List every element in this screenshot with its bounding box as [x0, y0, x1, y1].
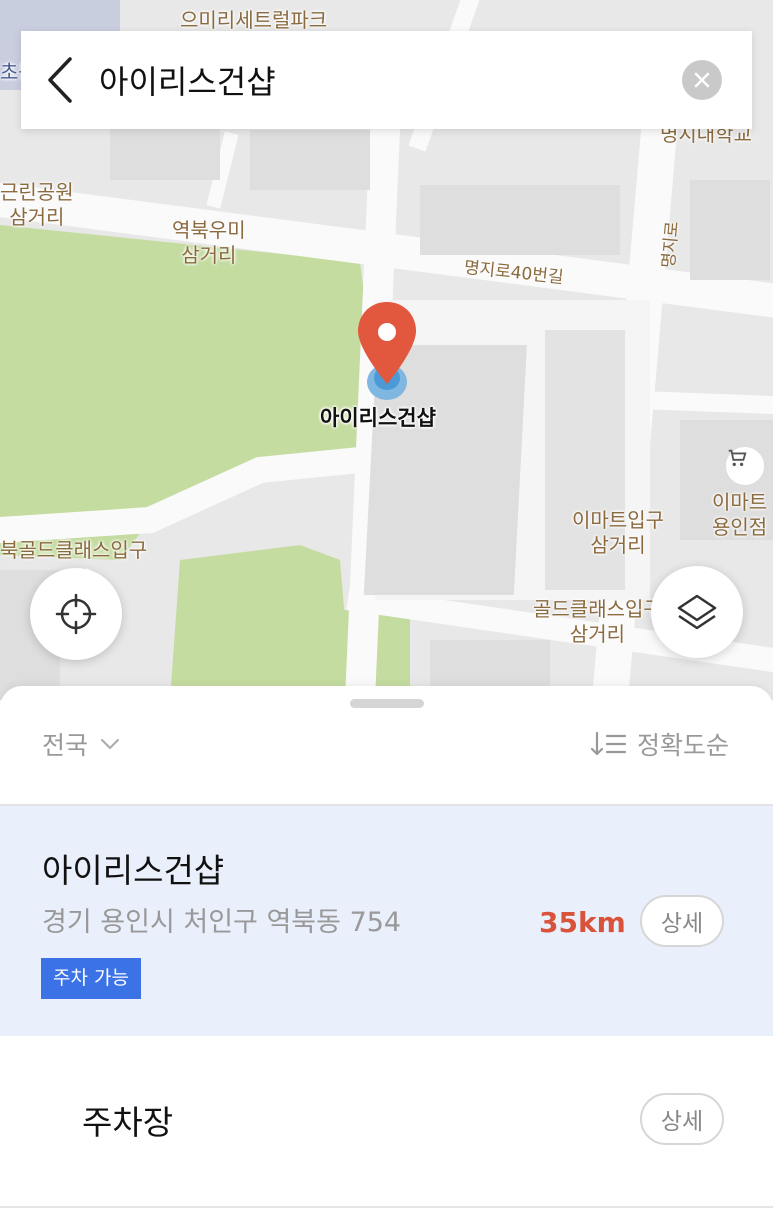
- map-label-emart: 이마트 용인점: [712, 490, 768, 539]
- parking-badge: 주차 가능: [41, 958, 141, 999]
- cart-icon[interactable]: [725, 446, 765, 486]
- sub-result-detail-button[interactable]: 상세: [640, 1093, 724, 1145]
- search-bar: 아이리스건샵: [21, 31, 752, 129]
- map-label-emart-entrance: 이마트입구 삼거리: [572, 508, 664, 557]
- filter-row: 전국 정확도순: [0, 708, 773, 806]
- sort-icon: [590, 731, 627, 756]
- road-label-myeongji: 명지로: [658, 220, 683, 269]
- sort-button[interactable]: 정확도순: [590, 726, 729, 762]
- back-button[interactable]: [21, 31, 99, 129]
- map-label-goldclass-entrance: 북골드클래스입구: [0, 538, 148, 562]
- clear-icon: [694, 72, 710, 88]
- sub-result-title: 주차장: [82, 1103, 174, 1142]
- map-label-central-park: 으미리세트럴파크: [180, 8, 328, 32]
- result-item-selected[interactable]: 아이리스건샵 경기 용인시 처인구 역북동 754 35km 상세 주차 가능: [0, 806, 773, 1036]
- search-input[interactable]: 아이리스건샵: [99, 57, 682, 103]
- marker-label: 아이리스건샵: [320, 406, 436, 430]
- sort-label: 정확도순: [636, 731, 729, 760]
- sheet-handle[interactable]: [350, 699, 424, 708]
- result-distance: 35km: [539, 906, 626, 939]
- map-label-goldclass-junction: 골드클래스입구 삼거리: [533, 597, 662, 646]
- map-pin-icon[interactable]: [355, 300, 419, 405]
- result-title: 아이리스건샵: [42, 851, 225, 890]
- result-address: 경기 용인시 처인구 역북동 754: [42, 907, 402, 938]
- locate-button[interactable]: [30, 568, 122, 660]
- layers-button[interactable]: [651, 566, 743, 658]
- region-filter[interactable]: 전국: [42, 726, 120, 762]
- sub-result-parking[interactable]: 주차장 상세: [0, 1036, 773, 1208]
- bottom-sheet[interactable]: 전국 정확도순 아이리스건샵 경기 용인시 처인구 역북동 754 35km 상…: [0, 686, 773, 1208]
- locate-icon: [55, 593, 97, 635]
- map-label-yeokbuk-umi: 역북우미 삼거리: [172, 218, 246, 267]
- map-label-park-junction: 근린공원 삼거리: [0, 180, 74, 229]
- region-filter-label: 전국: [42, 731, 89, 760]
- clear-button[interactable]: [682, 60, 722, 100]
- result-detail-button[interactable]: 상세: [640, 895, 724, 947]
- back-icon: [48, 57, 72, 103]
- chevron-down-icon: [101, 739, 120, 750]
- layers-icon: [677, 594, 717, 630]
